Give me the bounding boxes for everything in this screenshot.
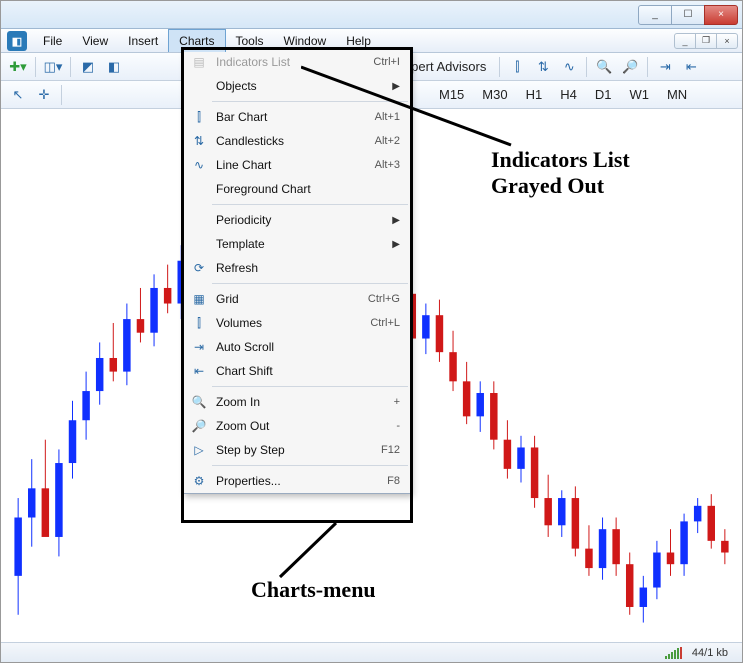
menu-item-periodicity[interactable]: Periodicity ▶ [184,208,410,232]
annotation-pointer-1 [301,61,521,151]
menu-item-template[interactable]: Template ▶ [184,232,410,256]
bar-chart-icon: ⫿ [188,106,210,128]
menu-insert[interactable]: Insert [118,29,168,52]
blank-icon [188,209,210,231]
menu-item-foreground-chart[interactable]: Foreground Chart [184,177,410,201]
statusbar: 44/1 kb [1,642,742,662]
menu-item-properties[interactable]: ⚙Properties...F8 [184,469,410,493]
new-chart-icon[interactable]: ✚▾ [7,56,29,78]
menu-item-label: Properties... [210,474,387,488]
menu-item-line-chart[interactable]: ∿Line ChartAlt+3 [184,153,410,177]
candlestick-icon: ⇅ [188,130,210,152]
menu-item-chart-shift[interactable]: ⇤Chart Shift [184,359,410,383]
window-titlebar: _ ☐ × [1,1,742,29]
window-minimize-button[interactable]: _ [638,5,672,25]
volumes-icon: ⫿ [188,312,210,334]
menu-item-step-by-step[interactable]: ▷Step by StepF12 [184,438,410,462]
menu-separator [212,465,408,466]
zoom-in-icon: 🔍 [188,391,210,413]
menu-item-label: Template [210,237,386,251]
menu-item-label: Line Chart [210,158,375,172]
annotation-pointer-2 [276,523,346,581]
profiles-icon[interactable]: ◫▾ [42,56,64,78]
menu-item-label: Periodicity [210,213,386,227]
menu-item-shortcut: Ctrl+G [368,293,400,305]
autoscroll-icon: ⇥ [188,336,210,358]
blank-icon [188,75,210,97]
menu-item-label: Grid [210,292,368,306]
timeframe-w1[interactable]: W1 [622,84,656,106]
menu-item-volumes[interactable]: ⫿VolumesCtrl+L [184,311,410,335]
submenu-arrow-icon: ▶ [392,215,400,226]
annotation-indicators-list: Indicators List Grayed Out [491,147,630,200]
menu-item-label: Foreground Chart [210,182,400,196]
menu-separator [212,204,408,205]
timeframe-mn[interactable]: MN [660,84,694,106]
chartshift-icon: ⇤ [188,360,210,382]
candlestick-icon[interactable]: ⇅ [532,56,554,78]
annotation-charts-menu: Charts-menu [251,577,376,603]
menu-item-shortcut: + [394,396,400,408]
blank-icon [188,233,210,255]
line-chart-icon[interactable]: ∿ [558,56,580,78]
menu-view[interactable]: View [72,29,118,52]
mdi-minimize-button[interactable]: _ [674,33,696,49]
timeframe-d1[interactable]: D1 [588,84,619,106]
cursor-icon[interactable]: ↖ [7,84,29,106]
menu-item-label: Refresh [210,261,400,275]
menu-item-auto-scroll[interactable]: ⇥Auto Scroll [184,335,410,359]
autoscroll-icon[interactable]: ⇥ [654,56,676,78]
line-chart-icon: ∿ [188,154,210,176]
timeframe-h4[interactable]: H4 [553,84,584,106]
menu-item-zoom-in[interactable]: 🔍Zoom In+ [184,390,410,414]
connection-bars-icon [665,647,682,659]
crosshair-icon[interactable]: ✛ [33,84,55,106]
menu-item-shortcut: F12 [381,444,400,456]
submenu-arrow-icon: ▶ [392,239,400,250]
menu-item-label: Auto Scroll [210,340,400,354]
menu-item-label: Chart Shift [210,364,400,378]
app-icon: ◧ [7,31,27,51]
menu-item-shortcut: F8 [387,475,400,487]
blank-icon [188,178,210,200]
menu-item-label: Volumes [210,316,370,330]
step-icon: ▷ [188,439,210,461]
mdi-restore-button[interactable]: ❐ [695,33,717,49]
menu-item-zoom-out[interactable]: 🔎Zoom Out- [184,414,410,438]
zoom-in-icon[interactable]: 🔍 [593,56,615,78]
menu-charts[interactable]: Charts [168,29,225,52]
menu-item-shortcut: Alt+3 [375,159,400,171]
timeframe-h1[interactable]: H1 [519,84,550,106]
grid-icon: ▦ [188,288,210,310]
menu-item-shortcut: - [396,420,400,432]
window-close-button[interactable]: × [704,5,738,25]
properties-icon: ⚙ [188,470,210,492]
zoom-out-icon[interactable]: 🔎 [619,56,641,78]
menu-item-label: Zoom In [210,395,394,409]
window-maximize-button[interactable]: ☐ [671,5,705,25]
menu-separator [212,283,408,284]
menu-item-label: Zoom Out [210,419,396,433]
status-kb: 44/1 kb [692,647,728,659]
menu-file[interactable]: File [33,29,72,52]
menu-separator [212,386,408,387]
menu-item-grid[interactable]: ▦GridCtrl+G [184,287,410,311]
market-watch-icon[interactable]: ◩ [77,56,99,78]
mdi-buttons: _ ❐ × [675,29,742,52]
menu-item-shortcut: Ctrl+L [370,317,400,329]
refresh-icon: ⟳ [188,257,210,279]
menu-item-refresh[interactable]: ⟳Refresh [184,256,410,280]
list-icon: ▤ [188,51,210,73]
zoom-out-icon: 🔎 [188,415,210,437]
chartshift-icon[interactable]: ⇤ [680,56,702,78]
navigator-icon[interactable]: ◧ [103,56,125,78]
menu-item-label: Step by Step [210,443,381,457]
mdi-close-button[interactable]: × [716,33,738,49]
